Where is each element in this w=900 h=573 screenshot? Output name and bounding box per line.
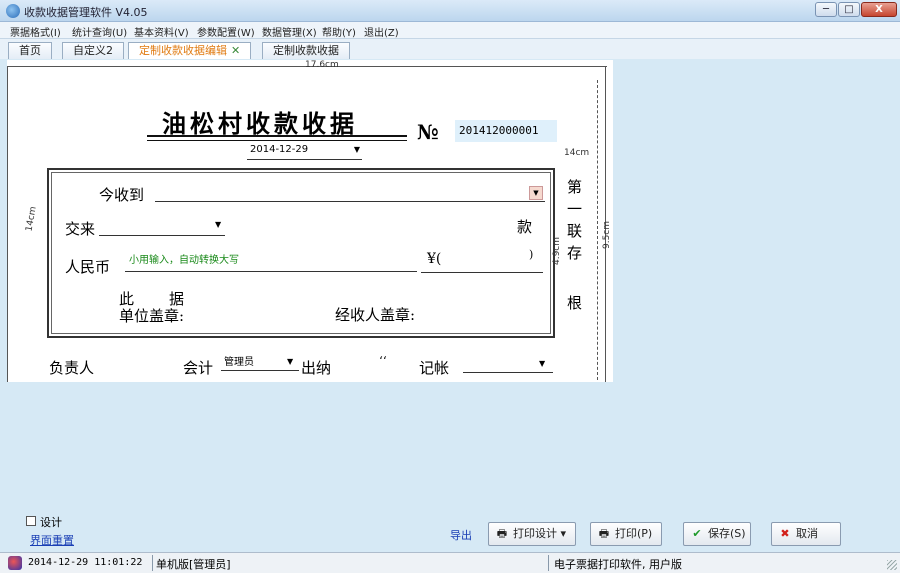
- copy-char: 存: [567, 244, 583, 262]
- date-value: 2014-12-29: [250, 144, 309, 155]
- hand-note-height: 9.5cm: [602, 220, 613, 250]
- status-product: 电子票据打印软件, 用户版: [554, 558, 682, 571]
- copy-char: 一: [567, 200, 583, 218]
- date-picker[interactable]: 2014-12-29 ▼: [247, 140, 362, 160]
- close-button[interactable]: X: [861, 2, 897, 17]
- tab-label: 自定义2: [73, 44, 113, 57]
- title-bar: 收款收据管理软件 V4.05 ─ □ X: [0, 0, 900, 22]
- tab-label: 定制收款收据编辑: [139, 44, 227, 57]
- amount-field[interactable]: [421, 272, 543, 273]
- minimize-button[interactable]: ─: [815, 2, 837, 17]
- title-underline: [147, 135, 407, 137]
- rmb-label: 人民币: [65, 258, 111, 276]
- chevron-down-icon: ▾: [560, 527, 567, 540]
- menu-statistics[interactable]: 统计查询(U): [72, 24, 127, 39]
- payer-field[interactable]: [155, 201, 545, 202]
- printer-icon: 🖶: [496, 527, 508, 540]
- tab-receipt-edit[interactable]: 定制收款收据编辑 ✕: [128, 42, 252, 59]
- save-button[interactable]: ✔ 保存(S): [683, 522, 751, 546]
- status-mode: 单机版[管理员]: [156, 558, 231, 571]
- tab-home[interactable]: 首页: [8, 42, 52, 59]
- menu-data-management[interactable]: 数据管理(X): [262, 24, 317, 39]
- bookkeeper-label: 记帐: [419, 359, 450, 377]
- cashier-label: 出纳: [301, 359, 332, 377]
- payer-dropdown-icon[interactable]: ▼: [529, 186, 543, 200]
- menu-bar: 票据格式(I) 统计查询(U) 基本资料(V) 参数配置(W) 数据管理(X) …: [0, 22, 900, 39]
- chevron-down-icon[interactable]: ▼: [287, 357, 293, 366]
- paren-close: ): [529, 248, 534, 261]
- chevron-down-icon[interactable]: ▼: [539, 359, 545, 368]
- menu-exit[interactable]: 退出(Z): [364, 24, 399, 39]
- cancel-label: 取消: [796, 527, 818, 540]
- app-status-icon: [8, 556, 22, 570]
- unit-seal-label: 单位盖章:: [119, 307, 185, 325]
- scan-guide: [597, 80, 598, 380]
- copy-char: 联: [567, 222, 583, 240]
- hand-note-width: 17.6cm: [305, 60, 339, 70]
- menu-parameters[interactable]: 参数配置(W): [197, 24, 255, 39]
- tab-custom2[interactable]: 自定义2: [62, 42, 124, 59]
- payment-type-select[interactable]: [99, 218, 225, 236]
- amount-capital-field[interactable]: 小用输入，自动转换大写: [125, 250, 417, 272]
- hand-note-left: 14cm: [24, 205, 39, 233]
- status-separator: [548, 555, 549, 571]
- scan-edge-left: [7, 66, 8, 382]
- copy-char: 根: [567, 294, 583, 312]
- copy-char: 第: [567, 178, 583, 196]
- app-logo-icon: [6, 4, 20, 18]
- menu-ticket-format[interactable]: 票据格式(I): [10, 24, 61, 39]
- print-label: 打印(P): [615, 527, 653, 540]
- status-bar: 2014-12-29 11:01:22 单机版[管理员] 电子票据打印软件, 用…: [0, 552, 900, 573]
- from-label: 交来: [65, 220, 96, 238]
- responsible-label: 负责人: [49, 359, 95, 377]
- close-icon: ✖: [780, 527, 790, 540]
- chevron-down-icon[interactable]: ▼: [354, 140, 360, 160]
- yen-label: ¥(: [427, 251, 442, 267]
- accountant-label: 会计: [183, 359, 214, 377]
- cashier-marks: ‘‘: [379, 354, 387, 368]
- window-title: 收款收据管理软件 V4.05: [24, 6, 148, 19]
- printer-icon: 🖶: [598, 527, 610, 540]
- chevron-down-icon[interactable]: ▼: [215, 220, 221, 229]
- receipt-number-field[interactable]: 201412000001: [455, 120, 557, 142]
- receive-label: 今收到: [99, 186, 145, 204]
- save-label: 保存(S): [708, 527, 746, 540]
- cancel-button[interactable]: ✖ 取消: [771, 522, 841, 546]
- action-bar: 设计 界面重置 导出 🖶 打印设计 ▾ 🖶 打印(P) ✔ 保存(S) ✖ 取消: [0, 510, 900, 552]
- tab-strip: 首页 自定义2 定制收款收据编辑 ✕ 定制收款收据: [0, 39, 900, 59]
- tab-label: 定制收款收据: [273, 44, 339, 57]
- maximize-button[interactable]: □: [838, 2, 860, 17]
- tab-receipt[interactable]: 定制收款收据: [262, 42, 350, 59]
- print-button[interactable]: 🖶 打印(P): [590, 522, 662, 546]
- print-design-label: 打印设计: [513, 527, 557, 540]
- checkmark-icon: ✔: [692, 527, 702, 540]
- receipt-title: 油松村收款收据: [162, 109, 358, 138]
- status-datetime: 2014-12-29 11:01:22: [28, 557, 143, 568]
- tab-close-icon[interactable]: ✕: [231, 44, 240, 57]
- number-label: №: [417, 120, 439, 144]
- resize-grip-icon[interactable]: [887, 560, 897, 570]
- handler-seal-label: 经收人盖章:: [335, 306, 416, 324]
- reset-layout-link[interactable]: 界面重置: [30, 532, 74, 548]
- tab-label: 首页: [19, 44, 41, 57]
- export-link[interactable]: 导出: [450, 527, 472, 543]
- menu-basic-data[interactable]: 基本资料(V): [134, 24, 189, 39]
- bookkeeper-select[interactable]: [463, 372, 553, 373]
- copy-stub-column: 第 一 联 存 根: [555, 168, 597, 382]
- hand-note-right-top: 14cm: [564, 148, 590, 158]
- status-separator: [152, 555, 153, 571]
- print-design-button[interactable]: 🖶 打印设计 ▾: [488, 522, 576, 546]
- design-label: 设计: [40, 516, 62, 529]
- menu-help[interactable]: 帮助(Y): [322, 24, 356, 39]
- receipt-canvas: 17.6cm 14cm 9.5cm 4.9cm 14cm 油松村收款收据 № 2…: [7, 60, 613, 382]
- design-checkbox[interactable]: [26, 516, 36, 526]
- kuan-label: 款: [517, 218, 533, 236]
